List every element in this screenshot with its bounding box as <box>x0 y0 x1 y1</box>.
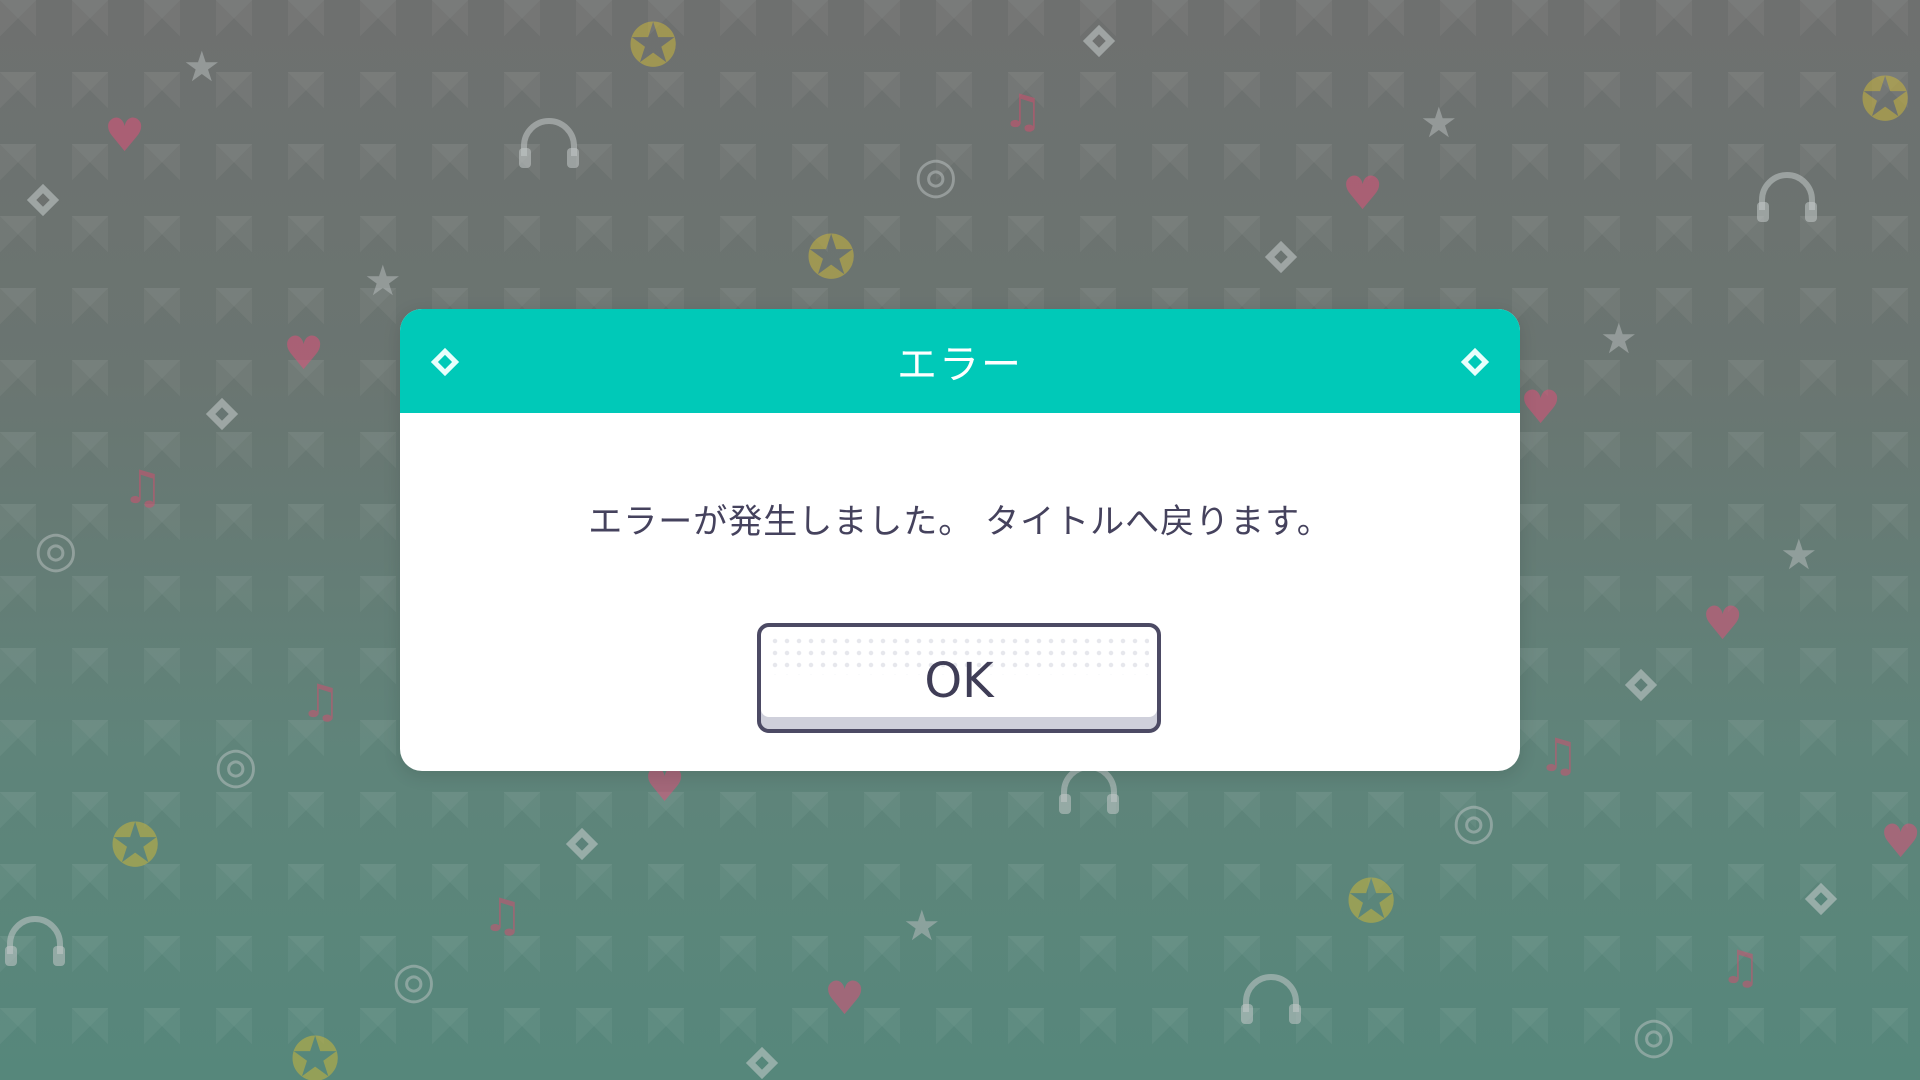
heart-icon: ♥ <box>1342 166 1384 220</box>
diamond-icon <box>26 183 60 217</box>
crown-star-icon: ✪ <box>110 811 161 881</box>
crown-star-icon: ✪ <box>290 1025 341 1080</box>
dialog-title: エラー <box>897 342 1023 388</box>
error-dialog: エラー エラーが発生しました。 タイトルへ戻ります。 OK <box>400 309 1520 771</box>
music-note-icon: ♫ <box>122 460 164 514</box>
ok-button-label: OK <box>924 653 994 709</box>
star-icon: ★ <box>1420 98 1458 147</box>
game-screen: ★ ★ ★ ★ ★ ★ ♥ ♥ ♥ ♥ ♥ ♥ ♥ ♥ ♫ ♫ ♫ ♫ ♫ ♫ … <box>0 0 1920 1080</box>
diamond-icon <box>1804 882 1838 916</box>
star-icon: ★ <box>1600 314 1638 363</box>
crown-star-icon: ✪ <box>1860 65 1911 135</box>
music-note-icon: ♫ <box>1538 728 1580 782</box>
disc-icon: ◎ <box>1452 792 1496 850</box>
heart-icon: ♥ <box>1880 814 1920 868</box>
disc-icon: ◎ <box>914 146 958 204</box>
diamond-icon <box>1460 347 1490 377</box>
star-icon: ★ <box>364 256 402 305</box>
music-note-icon: ♫ <box>1002 84 1044 138</box>
heart-icon: ♥ <box>1702 596 1744 650</box>
diamond-icon <box>430 347 460 377</box>
star-icon: ★ <box>183 42 221 91</box>
crown-star-icon: ✪ <box>1346 867 1397 937</box>
dialog-header: エラー <box>400 309 1520 413</box>
ok-button[interactable]: OK <box>757 623 1161 733</box>
disc-icon: ◎ <box>214 736 258 794</box>
error-message: エラーが発生しました。 タイトルへ戻ります。 <box>588 502 1332 542</box>
star-icon: ★ <box>1780 530 1818 579</box>
headphones-icon <box>1241 974 1301 1024</box>
headphones-icon <box>1757 172 1817 222</box>
diamond-icon <box>205 397 239 431</box>
disc-icon: ◎ <box>392 951 436 1009</box>
diamond-icon <box>565 827 599 861</box>
diamond-icon <box>1624 668 1658 702</box>
crown-star-icon: ✪ <box>806 223 857 293</box>
headphones-icon <box>5 916 65 966</box>
disc-icon: ◎ <box>1632 1006 1676 1064</box>
diamond-icon <box>1264 240 1298 274</box>
music-note-icon: ♫ <box>1720 940 1762 994</box>
heart-icon: ♥ <box>1520 380 1562 434</box>
music-note-icon: ♫ <box>300 674 342 728</box>
heart-icon: ♥ <box>824 971 866 1025</box>
crown-star-icon: ✪ <box>628 11 679 81</box>
disc-icon: ◎ <box>34 520 78 578</box>
headphones-icon <box>519 118 579 168</box>
diamond-icon <box>745 1046 779 1080</box>
star-icon: ★ <box>903 901 941 950</box>
diamond-icon <box>1082 24 1116 58</box>
music-note-icon: ♫ <box>482 888 524 942</box>
heart-icon: ♥ <box>283 326 325 380</box>
heart-icon: ♥ <box>104 108 146 162</box>
